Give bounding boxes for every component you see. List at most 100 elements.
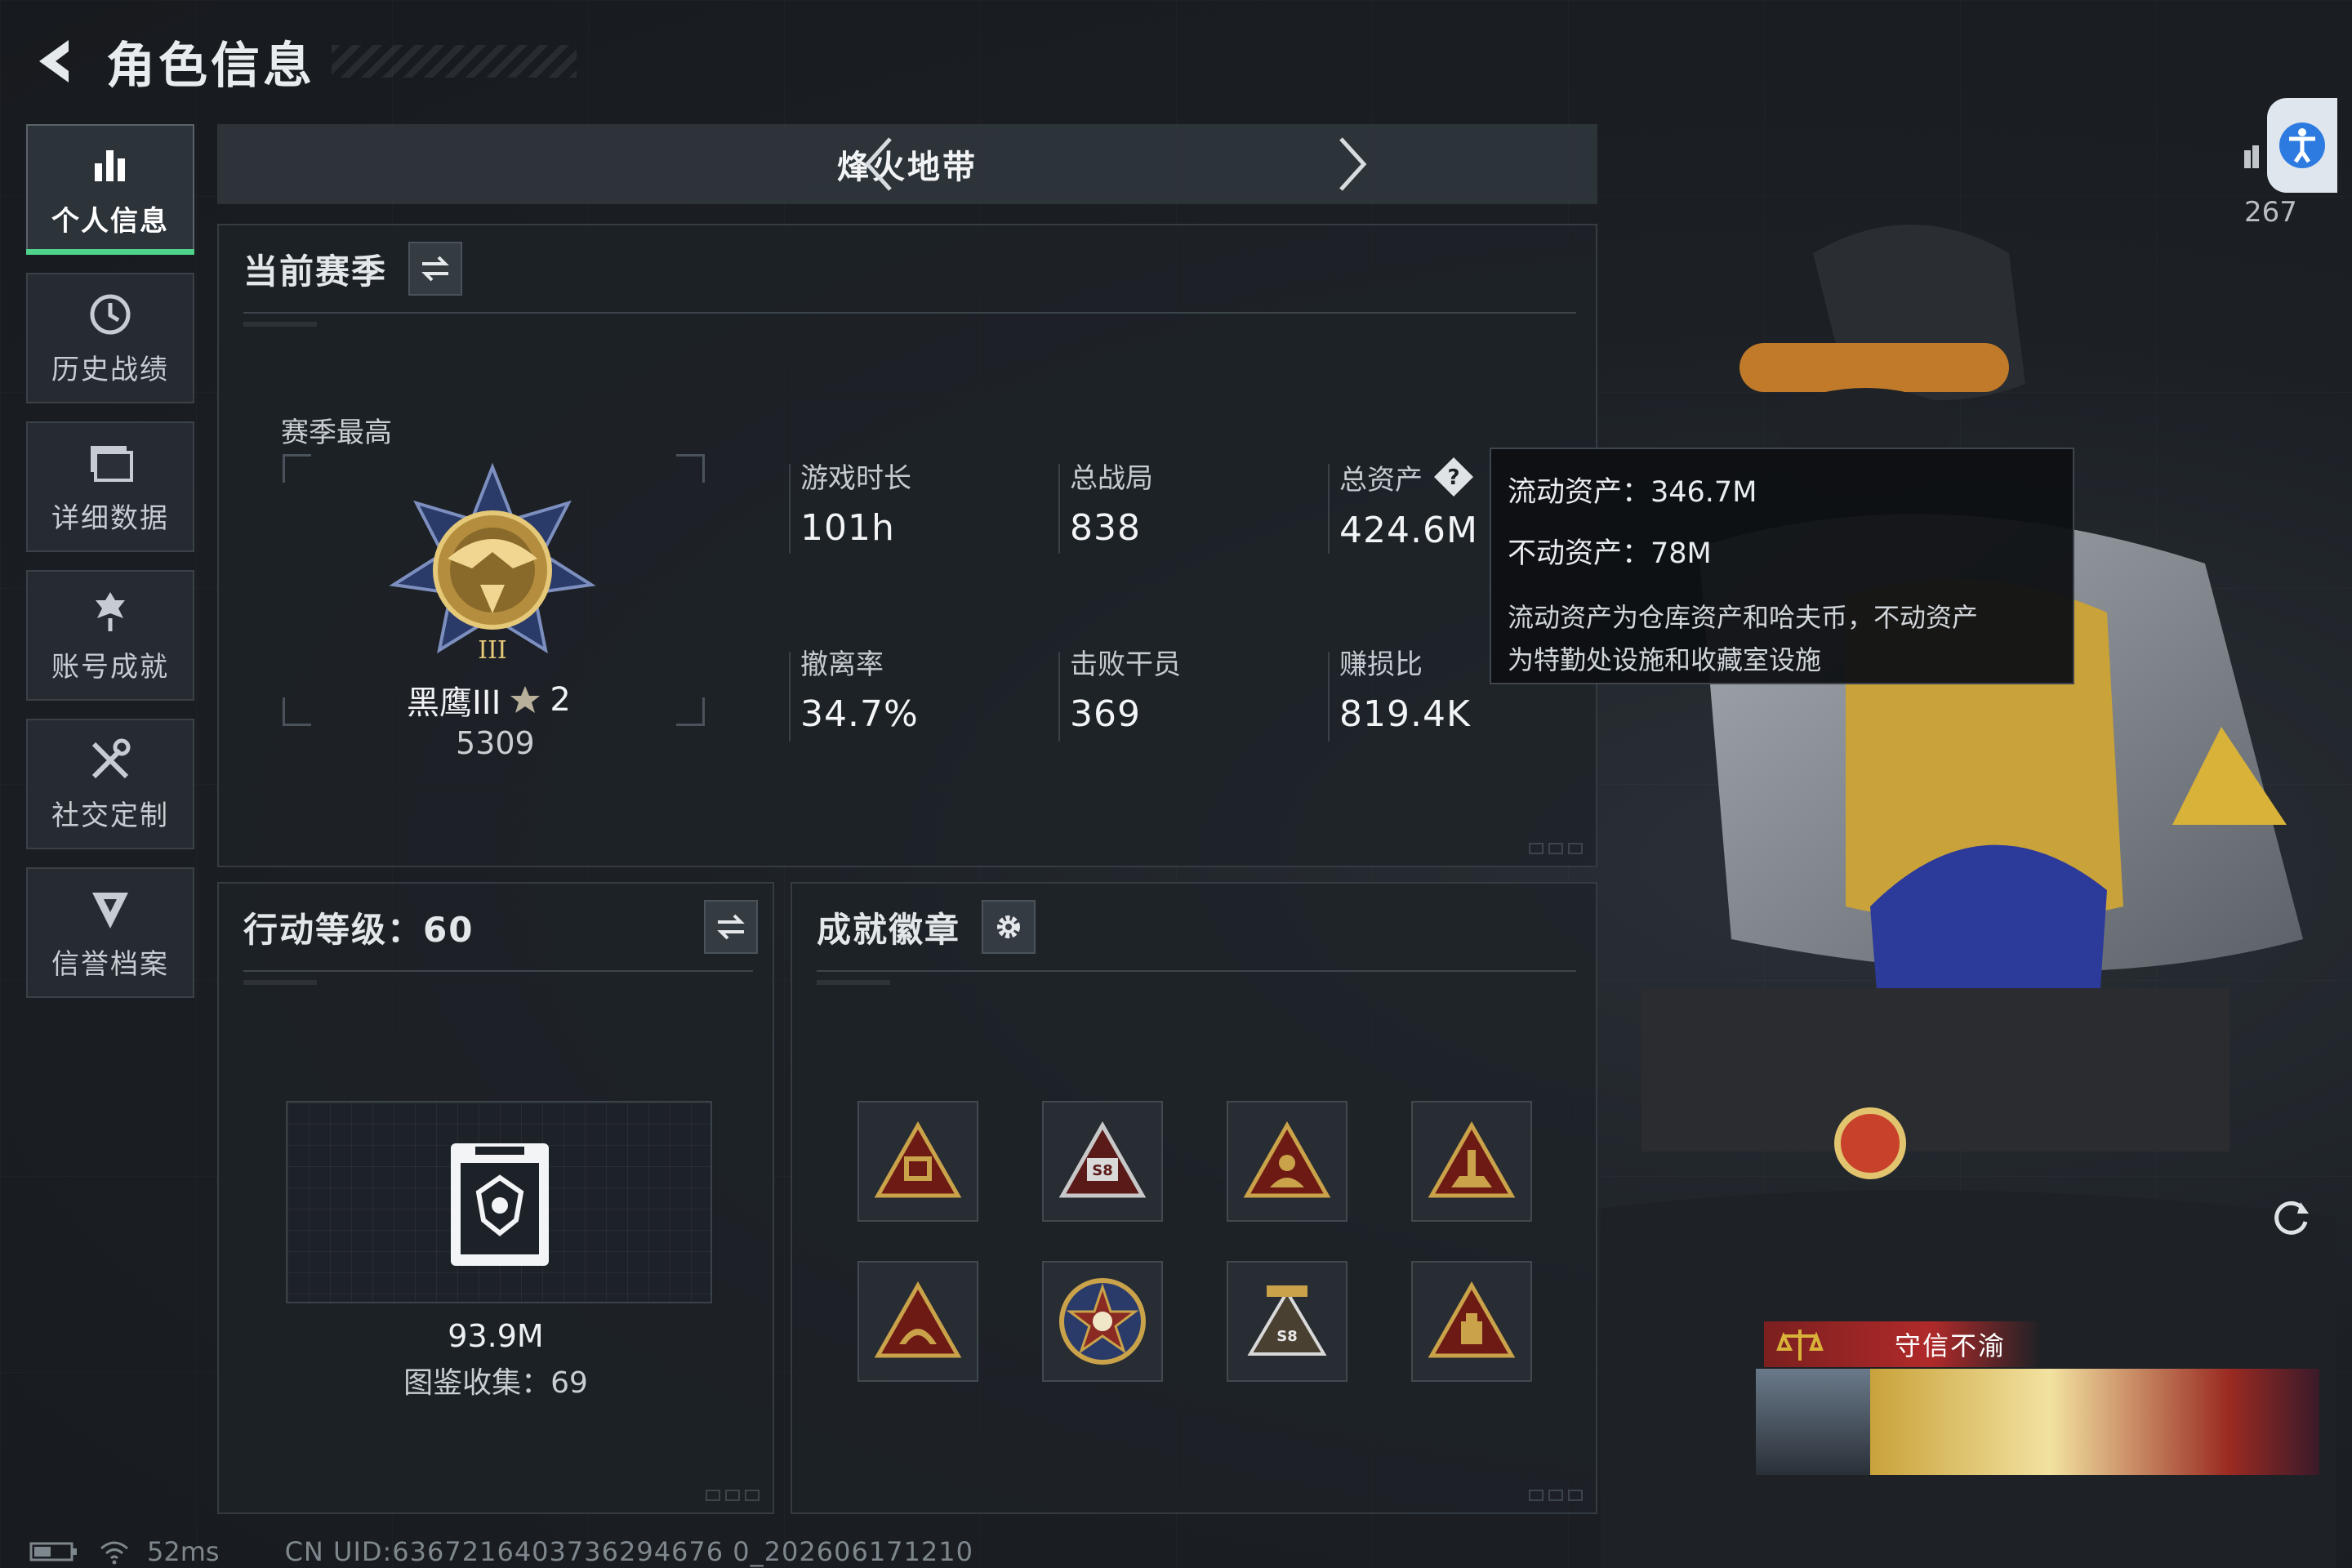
- badge-4-icon: [1428, 1120, 1516, 1198]
- gear-icon: [997, 915, 1021, 938]
- collection-showcase[interactable]: [286, 1101, 712, 1303]
- rotate-icon: [2274, 1200, 2309, 1235]
- sidebar-item-label: 历史战绩: [51, 353, 169, 386]
- chevron-right-icon: [1339, 137, 1367, 191]
- chevron-left-icon: [864, 137, 892, 191]
- viewer-count: 267: [2244, 196, 2297, 229]
- panel-corner-decoration: [706, 1490, 760, 1501]
- stat-divider: [1058, 464, 1060, 554]
- achievement-badge[interactable]: [858, 1261, 978, 1382]
- stat-divider: [789, 652, 791, 742]
- action-level-header: 行动等级：60: [243, 900, 758, 954]
- achievement-badge[interactable]: S8: [1042, 1101, 1163, 1222]
- stat-divider: [1058, 652, 1060, 742]
- sidebar-item-label: 信誉档案: [51, 947, 169, 981]
- sidebar-item-label: 账号成就: [51, 650, 169, 684]
- stat-label: 撤离率: [800, 648, 884, 681]
- collection-count: 图鉴收集：69: [403, 1366, 588, 1400]
- ping-value: 52ms: [147, 1536, 220, 1567]
- badge-1-icon: [874, 1120, 962, 1198]
- credit-badge[interactable]: 守信不渝: [1764, 1321, 2042, 1367]
- achievements-header: 成就徽章: [817, 900, 1036, 954]
- sidebar-item-label: 详细数据: [51, 501, 169, 535]
- achievement-badge[interactable]: [1411, 1261, 1532, 1382]
- collection-value: 93.9M: [448, 1318, 544, 1354]
- mode-selector: 烽火地带: [217, 124, 1597, 204]
- tools-icon: [86, 736, 135, 785]
- achievement-badge[interactable]: [858, 1101, 978, 1222]
- svg-text:S8: S8: [1276, 1328, 1298, 1345]
- stat-play-time: 游戏时长 101h: [800, 456, 911, 549]
- sidebar-item-social[interactable]: 社交定制: [26, 719, 194, 849]
- profile-card-strip[interactable]: [1756, 1369, 2319, 1475]
- data-folder-icon: [86, 439, 135, 488]
- stat-divider: [789, 464, 791, 554]
- assets-description-line: 流动资产为仓库资产和哈夫币，不动资产: [1508, 602, 1979, 633]
- switch-action-level-button[interactable]: [704, 900, 758, 954]
- achievement-badge[interactable]: S8: [1227, 1261, 1348, 1382]
- card-banner: [1870, 1369, 2319, 1475]
- achievement-badge[interactable]: [1227, 1101, 1348, 1222]
- scale-icon: [1776, 1330, 1824, 1361]
- header-divider: [243, 312, 1576, 314]
- stat-label: 游戏时长: [800, 462, 911, 495]
- accessibility-button[interactable]: [2267, 98, 2337, 193]
- sidebar-item-achievements[interactable]: 账号成就: [26, 570, 194, 701]
- uid-label: CN UID:6367216403736294676 0_20260617121…: [284, 1536, 973, 1567]
- achievement-badge[interactable]: [1042, 1261, 1163, 1382]
- rank-title: 黑鹰III: [407, 684, 501, 722]
- accessibility-icon: [2279, 122, 2325, 168]
- history-clock-icon: [86, 290, 135, 339]
- swap-icon: [717, 914, 745, 940]
- badge-settings-button[interactable]: [982, 900, 1036, 954]
- badge-6-icon: [1059, 1278, 1146, 1365]
- credit-shield-icon: [86, 884, 135, 933]
- signal-icon: [2244, 145, 2259, 168]
- badge-3-icon: [1243, 1120, 1331, 1198]
- credit-badge-label: 守信不渝: [1895, 1330, 2007, 1361]
- stat-value: 424.6M: [1339, 510, 1478, 551]
- header: 角色信息: [24, 24, 577, 98]
- help-icon[interactable]: ?: [1432, 456, 1475, 498]
- title-decoration: [332, 45, 577, 78]
- frame-corner: [676, 697, 705, 726]
- stat-value: 101h: [800, 507, 895, 549]
- frame-corner: [283, 697, 311, 726]
- badge-7-icon: S8: [1247, 1285, 1327, 1356]
- card-thumbnail: [1756, 1369, 1870, 1475]
- action-level-title: 行动等级：60: [243, 909, 474, 950]
- badge-8-icon: [1428, 1281, 1516, 1358]
- current-season-panel: 当前赛季 赛季最高 III 黑鹰III 2 5309 游戏时长 101h 总战局…: [217, 224, 1597, 867]
- switch-season-button[interactable]: [408, 242, 463, 296]
- stat-profit-loss-ratio: 赚损比 819.4K: [1339, 642, 1471, 735]
- status-footer: 52ms CN UID:6367216403736294676 0_202606…: [29, 1535, 973, 1568]
- rank-name: 黑鹰III 2: [407, 676, 571, 724]
- svg-text:S8: S8: [1092, 1162, 1113, 1179]
- frame-corner: [676, 454, 705, 483]
- season-panel-title: 当前赛季: [243, 251, 388, 292]
- sidebar-item-history[interactable]: 历史战绩: [26, 273, 194, 403]
- assets-description: 流动资产为仓库资产和哈夫币，不动资产 为特勤处设施和收藏室设施: [1508, 596, 2056, 681]
- sidebar-item-personal-info[interactable]: 个人信息: [26, 124, 194, 255]
- stat-value: 838: [1070, 507, 1141, 549]
- assets-tooltip: 流动资产：346.7M 不动资产：78M 流动资产为仓库资产和哈夫币，不动资产 …: [1490, 448, 2074, 684]
- action-level-panel: 行动等级：60 93.9M 图鉴收集：69: [217, 882, 774, 1514]
- sidebar-item-label: 个人信息: [51, 204, 169, 238]
- panel-corner-decoration: [1529, 843, 1583, 854]
- stat-total-matches: 总战局 838: [1070, 456, 1153, 549]
- mode-prev-button[interactable]: [846, 134, 911, 194]
- svg-text:?: ?: [1447, 466, 1459, 490]
- swap-icon: [421, 256, 449, 282]
- stat-value: 819.4K: [1339, 693, 1471, 735]
- stat-operators-defeated: 击败干员 369: [1070, 642, 1181, 735]
- sidebar-nav: 个人信息 历史战绩 详细数据 账号成就 社交定制 信誉档案: [26, 124, 196, 1016]
- sidebar-item-credit[interactable]: 信誉档案: [26, 867, 194, 998]
- rank-stars: 2: [550, 681, 571, 719]
- frame-corner: [283, 454, 311, 483]
- back-button[interactable]: [24, 29, 90, 94]
- achievement-badge[interactable]: [1411, 1101, 1532, 1222]
- rotate-model-button[interactable]: [2262, 1188, 2319, 1245]
- mode-next-button[interactable]: [1320, 134, 1385, 194]
- season-panel-header: 当前赛季: [243, 242, 463, 296]
- sidebar-item-detailed-data[interactable]: 详细数据: [26, 421, 194, 552]
